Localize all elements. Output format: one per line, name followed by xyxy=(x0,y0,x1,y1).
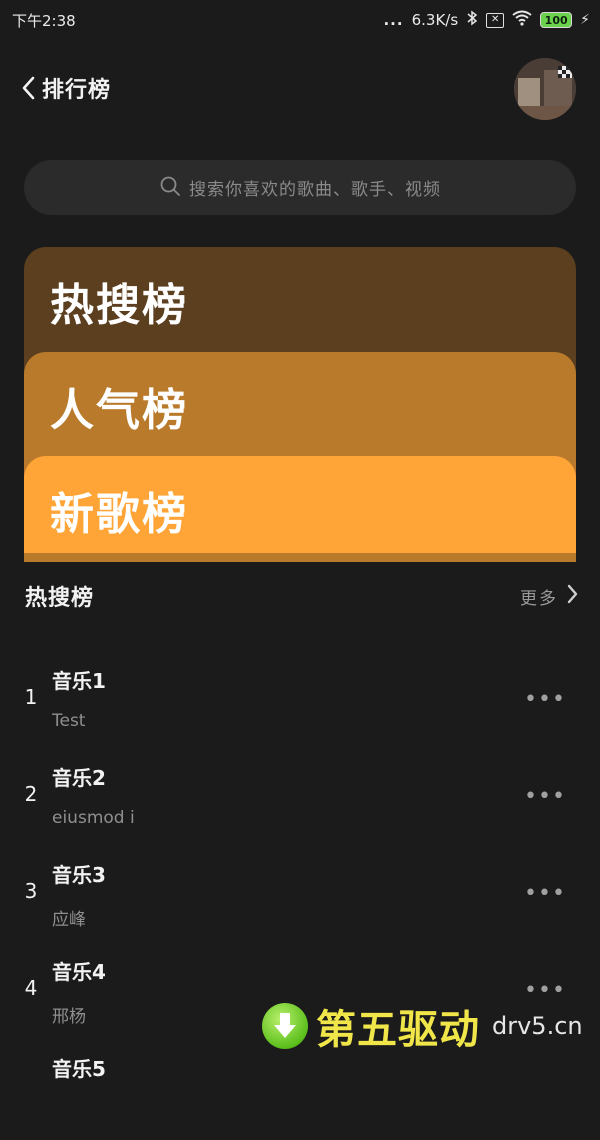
song-rank: 3 xyxy=(24,879,38,903)
song-rank: 4 xyxy=(24,976,38,1000)
song-row[interactable]: 音乐5 xyxy=(0,1043,600,1140)
bluetooth-icon xyxy=(466,10,478,30)
header: 排行榜 xyxy=(0,56,600,122)
back-button[interactable]: 排行榜 xyxy=(20,70,111,106)
download-arrow-icon xyxy=(262,1003,308,1049)
song-title: 音乐2 xyxy=(52,766,106,790)
song-rank: 1 xyxy=(24,685,38,709)
charging-icon: ⚡ xyxy=(580,12,590,28)
song-artist: 应峰 xyxy=(52,910,86,930)
chevron-left-icon xyxy=(20,75,36,101)
page-title: 排行榜 xyxy=(42,78,112,103)
status-time: 下午2:38 xyxy=(12,11,76,30)
search-bar[interactable]: 搜索你喜欢的歌曲、歌手、视频 xyxy=(24,160,576,215)
status-icons: ... 6.3K/s ✕ 100 ⚡ xyxy=(383,10,590,30)
wifi-icon xyxy=(512,10,532,30)
song-title: 音乐5 xyxy=(52,1057,106,1081)
song-row[interactable]: 2 音乐2 eiusmod i ••• xyxy=(0,752,600,849)
more-label: 更多 xyxy=(520,588,558,609)
chevron-right-icon xyxy=(566,584,578,608)
song-title: 音乐3 xyxy=(52,863,106,887)
watermark-brand: 第五驱动 xyxy=(316,1007,480,1053)
card-new-songs[interactable]: 新歌榜 xyxy=(24,456,576,553)
search-placeholder: 搜索你喜欢的歌曲、歌手、视频 xyxy=(189,180,441,200)
avatar[interactable] xyxy=(514,58,576,120)
card-title: 热搜榜 xyxy=(50,280,188,331)
card-title: 人气榜 xyxy=(50,385,188,436)
avatar-image xyxy=(514,58,576,120)
watermark-domain: drv5.cn xyxy=(492,1012,583,1040)
status-bar: 下午2:38 ... 6.3K/s ✕ 100 ⚡ xyxy=(0,0,600,40)
song-title: 音乐4 xyxy=(52,960,106,984)
signal-dots: ... xyxy=(383,11,404,29)
battery-icon: 100 xyxy=(540,12,573,28)
song-list: 1 音乐1 Test ••• 2 音乐2 eiusmod i ••• 3 音乐3… xyxy=(0,655,600,1140)
card-title: 新歌榜 xyxy=(50,489,188,540)
search-icon xyxy=(159,175,181,201)
song-artist: 邢杨 xyxy=(52,1007,86,1027)
network-speed: 6.3K/s xyxy=(411,11,459,29)
song-row[interactable]: 3 音乐3 应峰 ••• xyxy=(0,849,600,946)
song-artist: Test xyxy=(52,711,86,731)
song-title: 音乐1 xyxy=(52,669,106,693)
more-options-icon[interactable]: ••• xyxy=(524,685,565,713)
more-options-icon[interactable]: ••• xyxy=(524,879,565,907)
watermark: 第五驱动 drv5.cn xyxy=(262,996,583,1056)
song-artist: eiusmod i xyxy=(52,808,135,828)
song-row[interactable]: 1 音乐1 Test ••• xyxy=(0,655,600,752)
more-button[interactable]: 更多 xyxy=(520,580,578,612)
more-options-icon[interactable]: ••• xyxy=(524,782,565,810)
sim-off-icon: ✕ xyxy=(486,12,505,28)
song-rank: 2 xyxy=(24,782,38,806)
section-title: 热搜榜 xyxy=(25,586,95,611)
